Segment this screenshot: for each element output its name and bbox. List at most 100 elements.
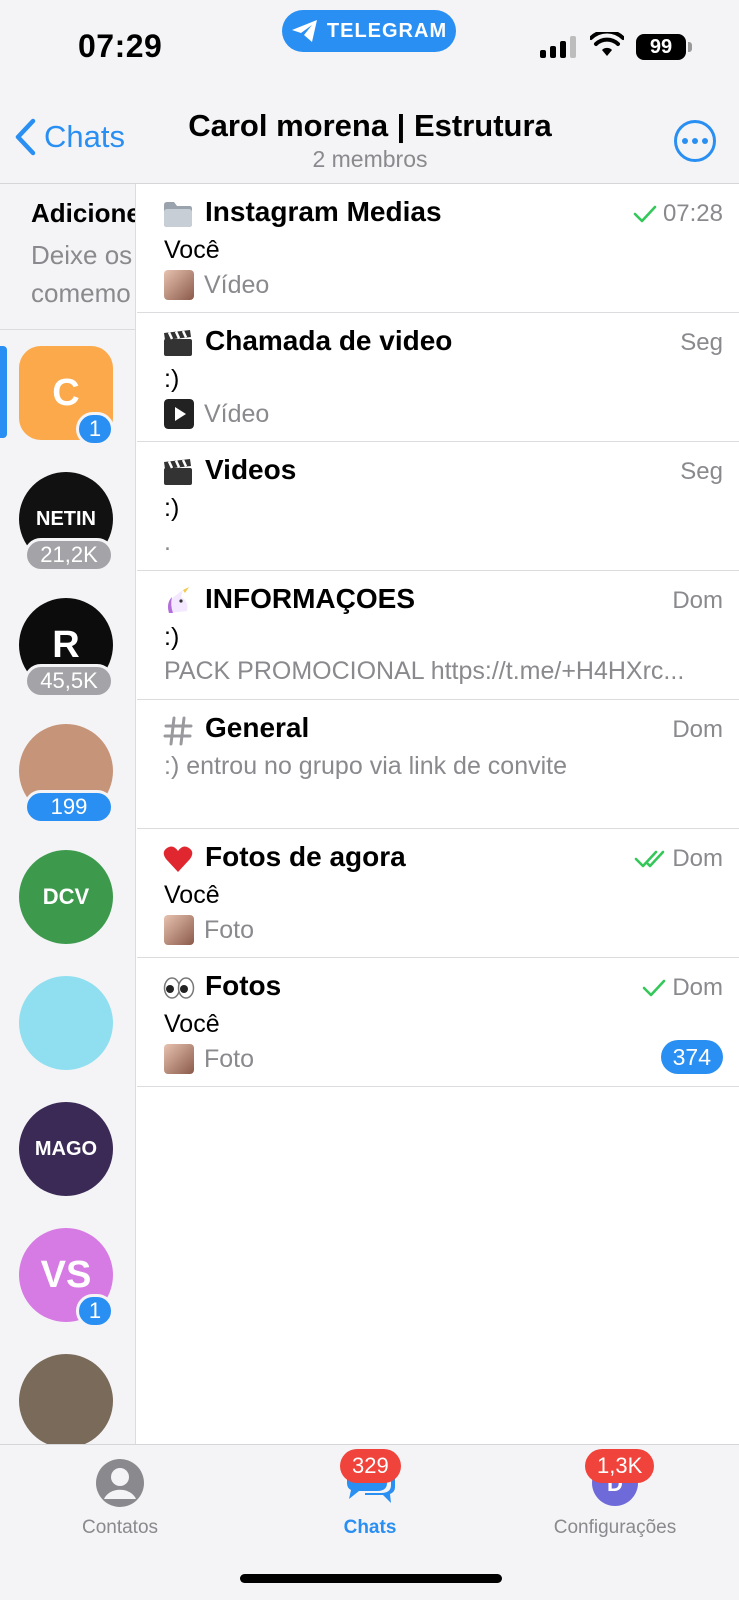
topic-name: Fotos de agora [205, 841, 406, 872]
tab-chats[interactable]: 329 Chats [270, 1449, 470, 1539]
topic-meta: 07:28 [633, 200, 723, 228]
photo-thumbnail [164, 1044, 194, 1074]
topic-time: Seg [680, 458, 723, 485]
promo-text-line2: comemo [31, 278, 131, 308]
topic-name: Videos [205, 454, 297, 485]
topic-last-sender: :) [164, 623, 180, 651]
topic-preview-text: Foto [204, 1044, 255, 1073]
video-play-icon [164, 399, 194, 429]
eyes-icon [163, 974, 195, 1004]
cellular-signal-icon [540, 36, 576, 58]
topic-preview: Vídeo [164, 270, 269, 300]
unread-count-badge: 374 [660, 1040, 723, 1074]
topic-last-sender: :) [164, 494, 180, 522]
group-title[interactable]: Carol morena | Estrutura [150, 108, 590, 144]
topic-row[interactable]: Fotos de agora Dom Você Foto [137, 829, 739, 958]
unicorn-icon [163, 587, 193, 617]
topic-name: INFORMAÇOES [205, 583, 415, 614]
topic-row[interactable]: General Dom:) entrou no grupo via link de… [137, 700, 739, 829]
topic-preview-text: Vídeo [204, 270, 270, 299]
tab-contacts[interactable]: Contatos [20, 1455, 220, 1539]
topic-meta: Seg [680, 458, 723, 486]
promo-title: Adicione [31, 198, 136, 228]
telegram-pill[interactable]: TELEGRAM [282, 10, 456, 52]
settings-badge: 1,3K [585, 1449, 655, 1483]
tab-settings[interactable]: D 1,3K Configurações [515, 1449, 715, 1539]
topic-meta: Dom [634, 845, 723, 873]
member-count: 2 membros [312, 146, 428, 172]
topic-preview-text: . [164, 528, 171, 556]
tab-settings-label: Configurações [553, 1517, 677, 1538]
avatar-initials: VS [40, 1253, 92, 1296]
topic-last-sender: :) entrou no grupo via link de convite [164, 752, 568, 780]
sidebar-chat-avatar[interactable] [19, 1354, 113, 1444]
topic-time: Dom [672, 587, 723, 614]
topic-meta: Dom [642, 974, 723, 1002]
chat-header: Chats Carol morena | Estrutura 2 membros [0, 100, 739, 184]
home-indicator[interactable] [240, 1574, 502, 1583]
avatar-initials: DCV [42, 884, 90, 909]
topic-preview-text: Foto [204, 915, 255, 944]
topic-last-sender: :) [164, 365, 180, 393]
sidebar-unread-badge: 45,5K [24, 664, 114, 698]
topic-time: Seg [680, 329, 723, 356]
topic-preview: PACK PROMOCIONAL https://t.me/+H4HXrc... [164, 657, 684, 686]
back-button[interactable]: Chats [14, 118, 125, 156]
topic-row[interactable]: Chamada de video Seg:) Vídeo [137, 313, 739, 442]
sidebar-chat-avatar[interactable]: DCV [19, 850, 113, 944]
tab-chats-label: Chats [343, 1517, 397, 1538]
topic-row[interactable]: Instagram Medias 07:28 Você Vídeo [137, 184, 739, 313]
tab-contacts-label: Contatos [81, 1517, 159, 1538]
topic-row[interactable]: Videos Seg:). [137, 442, 739, 571]
photo-thumbnail [164, 270, 194, 300]
topic-last-sender: Você [164, 1010, 220, 1038]
topic-preview-text: PACK PROMOCIONAL https://t.me/+H4HXrc... [164, 657, 685, 685]
topic-name: Instagram Medias [205, 196, 442, 227]
topic-meta: Dom [672, 587, 723, 615]
topic-preview: Foto [164, 1044, 254, 1074]
status-time: 07:29 [78, 28, 163, 64]
sidebar-unread-badge: 1 [76, 412, 114, 446]
avatar-initials: R [52, 623, 80, 666]
chevron-left-icon [15, 118, 36, 156]
sidebar-chat-avatar[interactable] [19, 976, 113, 1070]
topic-meta: Seg [680, 329, 723, 357]
avatar-initials: MAGO [34, 1137, 98, 1160]
screen: 07:29 TELEGRAM 99 Chats Carol morena | E… [0, 0, 739, 1600]
clapper-icon [163, 458, 193, 488]
topic-preview-text: Vídeo [204, 399, 270, 428]
more-options-button[interactable] [674, 120, 716, 162]
chats-unread-badge: 329 [340, 1449, 401, 1483]
topic-name: Fotos [205, 970, 282, 1001]
avatar-initials: C [52, 371, 80, 414]
read-check-icon [633, 205, 657, 223]
sidebar-unread-badge: 199 [24, 790, 114, 824]
battery-tip [688, 42, 692, 52]
status-bar: 07:29 TELEGRAM 99 [0, 0, 739, 100]
topic-row[interactable]: Fotos Dom Você Foto 374 [137, 958, 739, 1087]
sidebar-unread-badge: 1 [76, 1294, 114, 1328]
topic-last-sender: Você [164, 236, 220, 264]
chat-sidebar: Adicione Deixe os comemo C 1 NETIN 21,2K R 45… [0, 184, 136, 1444]
topic-meta: Dom [672, 716, 723, 744]
topic-row[interactable]: INFORMAÇOES Dom:) PACK PROMOCIONAL https:/… [137, 571, 739, 700]
sidebar-chat-avatar[interactable]: MAGO [19, 1102, 113, 1196]
battery-indicator: 99 [636, 34, 686, 60]
more-circle-icon [682, 138, 688, 144]
read-check-icon [643, 979, 666, 997]
double-check-icon [635, 850, 665, 868]
heart-icon [163, 845, 193, 875]
wifi-icon [590, 32, 624, 56]
topic-preview: Foto [164, 915, 254, 945]
sidebar-promo[interactable]: Adicione Deixe os comemo [0, 184, 136, 330]
topic-time: Dom [672, 845, 723, 872]
topic-preview: Vídeo [164, 399, 269, 429]
avatar-initials: NETIN [36, 507, 96, 530]
promo-text-line1: Deixe os [31, 240, 133, 270]
topic-time: 07:28 [662, 200, 723, 227]
battery-level: 99 [649, 35, 673, 58]
hash-icon [163, 716, 193, 746]
topic-time: Dom [672, 974, 723, 1001]
topic-list: Instagram Medias 07:28 Você Vídeo Chamada de… [137, 184, 739, 1087]
topic-preview: . [164, 528, 171, 557]
